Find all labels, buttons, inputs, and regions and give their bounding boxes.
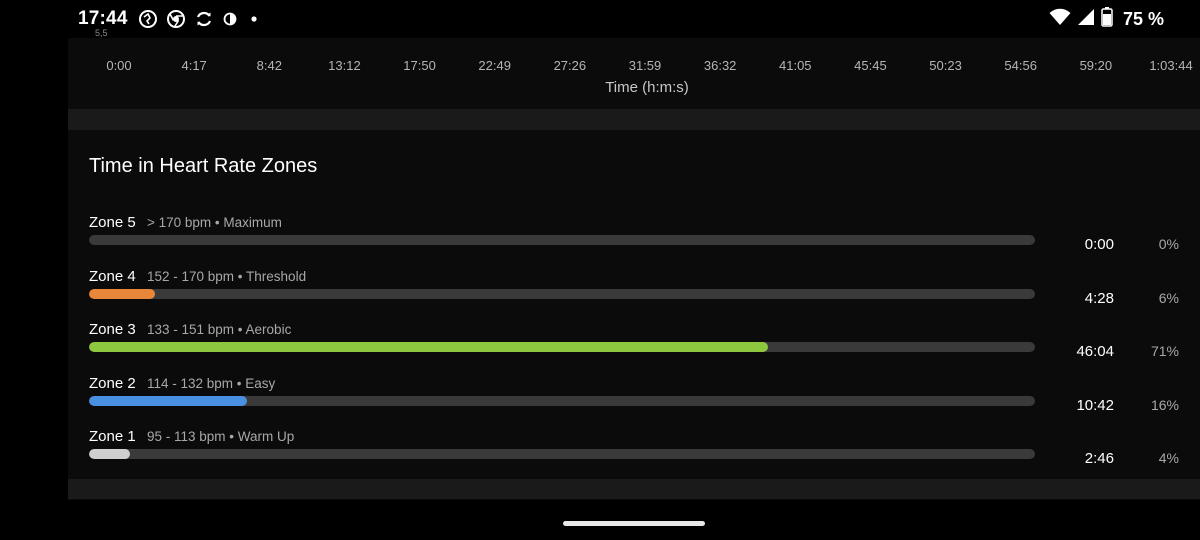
clock: 17:44	[78, 8, 128, 29]
zones-title: Time in Heart Rate Zones	[89, 155, 318, 177]
gesture-navigation-handle[interactable]	[563, 521, 705, 526]
clipped-y-label: 5,5	[95, 28, 108, 38]
x-tick-label: 4:17	[181, 58, 207, 73]
x-tick-label: 50:23	[929, 58, 962, 73]
zone-row: Zone 4 152 - 170 bpm • Threshold 4:28 6%	[0, 268, 1200, 314]
x-tick-label: 45:45	[854, 58, 887, 73]
x-tick-label: 22:49	[478, 58, 511, 73]
zone-progress-fill	[89, 449, 130, 459]
battery-percent: 75 %	[1122, 8, 1164, 29]
zone-description: 95 - 113 bpm • Warm Up	[147, 429, 295, 444]
chart-x-axis: 0:00 4:17 8:42 13:12 17:50 22:49 27:26 31:59 36:…	[0, 58, 1200, 78]
battery-icon	[1101, 6, 1113, 32]
zone-row: Zone 5 > 170 bpm • Maximum 0:00 0%	[0, 214, 1200, 260]
zone-description: 114 - 132 bpm • Easy	[147, 376, 276, 391]
data-saver-icon	[222, 9, 238, 29]
zone-time: 2:46	[1084, 450, 1114, 467]
x-tick-label: 8:42	[256, 58, 282, 73]
status-bar: 17:44 75 %	[0, 0, 1200, 38]
zone-row: Zone 1 95 - 113 bpm • Warm Up 2:46 4%	[0, 428, 1200, 474]
sync-icon	[194, 9, 214, 29]
zone-time: 10:42	[1076, 397, 1114, 414]
system-indicators: 75 %	[1049, 6, 1164, 32]
x-tick-label: 17:50	[403, 58, 436, 73]
cell-signal-icon	[1077, 8, 1095, 31]
x-tick-label: 36:32	[703, 58, 737, 73]
zone-description: 152 - 170 bpm • Threshold	[147, 269, 307, 284]
zone-name: Zone 4	[89, 268, 136, 285]
zone-progress-track	[89, 289, 1035, 299]
zone-progress-track	[89, 396, 1035, 406]
notification-dot-icon	[246, 9, 262, 29]
x-axis-title: Time (h:m:s)	[605, 79, 689, 96]
zone-progress-track	[89, 449, 1035, 459]
zone-time: 4:28	[1084, 290, 1114, 307]
x-tick-label: 27:26	[553, 58, 587, 73]
x-tick-label: 59:20	[1079, 58, 1113, 73]
zone-progress-fill	[89, 342, 769, 352]
zone-percent: 71%	[1150, 343, 1179, 359]
zone-description: 133 - 151 bpm • Aerobic	[147, 322, 292, 337]
x-tick-label: 0:00	[106, 58, 132, 73]
zone-description: > 170 bpm • Maximum	[147, 215, 282, 230]
vpn-globe-icon	[138, 9, 158, 29]
x-tick-label: 1:03:44	[1149, 58, 1193, 73]
zone-percent: 0%	[1158, 236, 1179, 252]
zone-name: Zone 3	[89, 321, 136, 338]
x-tick-label: 13:12	[328, 58, 361, 73]
zone-row: Zone 3 133 - 151 bpm • Aerobic 46:04 71%	[0, 321, 1200, 367]
chrome-icon	[166, 9, 186, 29]
zone-progress-track	[89, 342, 1035, 352]
notification-icons	[138, 9, 262, 29]
x-tick-label: 54:56	[1004, 58, 1037, 73]
zone-progress-track	[89, 235, 1035, 245]
zone-name: Zone 5	[89, 214, 136, 231]
zone-row: Zone 2 114 - 132 bpm • Easy 10:42 16%	[0, 375, 1200, 421]
zone-time: 0:00	[1084, 236, 1114, 253]
zone-name: Zone 2	[89, 375, 136, 392]
zone-percent: 16%	[1150, 397, 1179, 413]
section-divider	[68, 109, 1200, 130]
zone-percent: 4%	[1158, 450, 1179, 466]
zone-progress-fill	[89, 289, 156, 299]
zone-progress-fill	[89, 396, 247, 406]
wifi-icon	[1049, 8, 1071, 31]
x-tick-label: 31:59	[628, 58, 662, 73]
section-divider-bottom	[68, 479, 1200, 499]
zone-name: Zone 1	[89, 428, 136, 445]
x-tick-label: 41:05	[779, 58, 812, 73]
zone-percent: 6%	[1158, 290, 1179, 306]
zone-time: 46:04	[1076, 343, 1114, 360]
